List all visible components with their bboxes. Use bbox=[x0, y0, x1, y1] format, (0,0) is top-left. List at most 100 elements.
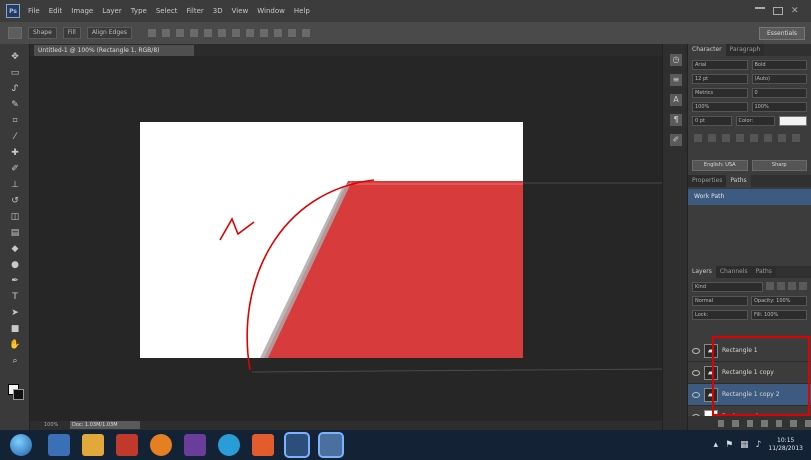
taskbar-media-icon[interactable] bbox=[116, 434, 138, 456]
visibility-eye-icon[interactable] bbox=[692, 347, 700, 354]
brush-tool-icon[interactable]: ✐ bbox=[9, 164, 21, 175]
menu-layer[interactable]: Layer bbox=[102, 7, 122, 15]
zoom-tool-icon[interactable]: ⌕ bbox=[9, 356, 21, 367]
visibility-eye-icon[interactable] bbox=[692, 391, 700, 398]
path-op-icon[interactable] bbox=[288, 29, 296, 37]
document-tab[interactable]: Untitled-1 @ 100% (Rectangle 1, RGB/8) bbox=[34, 45, 194, 56]
superscript-icon[interactable] bbox=[750, 134, 758, 142]
strikethrough-icon[interactable] bbox=[792, 134, 800, 142]
taskbar-folder-icon[interactable] bbox=[82, 434, 104, 456]
vertical-scale-field[interactable]: 100% bbox=[692, 102, 748, 112]
pen-tool-icon[interactable]: ✒ bbox=[9, 276, 21, 287]
path-op-icon[interactable] bbox=[148, 29, 156, 37]
work-path-item[interactable]: Work Path bbox=[688, 189, 811, 205]
filter-shape-icon[interactable] bbox=[799, 282, 807, 290]
align-edges-checkbox[interactable]: Align Edges bbox=[86, 27, 132, 39]
tab-paragraph[interactable]: Paragraph bbox=[725, 44, 765, 56]
tool-preset-icon[interactable] bbox=[8, 27, 22, 39]
tab-layers[interactable]: Layers bbox=[688, 266, 716, 278]
path-op-icon[interactable] bbox=[190, 29, 198, 37]
layer-style-icon[interactable] bbox=[732, 419, 739, 427]
taskbar-browser-icon[interactable] bbox=[218, 434, 240, 456]
path-op-icon[interactable] bbox=[274, 29, 282, 37]
leading-field[interactable]: (Auto) bbox=[751, 74, 807, 84]
character-icon[interactable]: A bbox=[670, 94, 682, 106]
minimize-icon[interactable] bbox=[755, 7, 765, 15]
quick-select-tool-icon[interactable]: ✎ bbox=[9, 100, 21, 111]
horizontal-scale-field[interactable]: 100% bbox=[751, 102, 807, 112]
menu-image[interactable]: Image bbox=[71, 7, 93, 15]
tray-network-icon[interactable]: ▦ bbox=[740, 440, 749, 450]
tracking-field[interactable]: 0 bbox=[751, 88, 807, 98]
type-tool-icon[interactable]: T bbox=[9, 292, 21, 303]
new-layer-icon[interactable] bbox=[790, 419, 797, 427]
tab-properties[interactable]: Properties bbox=[688, 175, 727, 187]
font-size-field[interactable]: 12 pt bbox=[692, 74, 748, 84]
zoom-level[interactable]: 100% bbox=[44, 421, 58, 430]
menu-select[interactable]: Select bbox=[156, 7, 178, 15]
subscript-icon[interactable] bbox=[764, 134, 772, 142]
path-op-icon[interactable] bbox=[204, 29, 212, 37]
taskbar-photoshop-icon[interactable] bbox=[284, 432, 310, 458]
marquee-tool-icon[interactable]: ▭ bbox=[9, 68, 21, 79]
filter-type-icon[interactable] bbox=[788, 282, 796, 290]
tab-character[interactable]: Character bbox=[688, 44, 726, 56]
all-caps-icon[interactable] bbox=[722, 134, 730, 142]
lasso-tool-icon[interactable]: ᔑ bbox=[9, 84, 21, 95]
close-icon[interactable]: ✕ bbox=[791, 7, 801, 16]
tab-paths[interactable]: Paths bbox=[726, 175, 751, 187]
rectangle-tool-icon[interactable]: ■ bbox=[9, 324, 21, 335]
menu-edit[interactable]: Edit bbox=[49, 7, 63, 15]
underline-icon[interactable] bbox=[778, 134, 786, 142]
document-info[interactable]: Doc: 1.03M/1.03M bbox=[70, 421, 140, 429]
faux-italic-icon[interactable] bbox=[708, 134, 716, 142]
blend-mode-select[interactable]: Normal bbox=[692, 296, 748, 306]
small-caps-icon[interactable] bbox=[736, 134, 744, 142]
start-button[interactable] bbox=[10, 434, 32, 456]
fill-select[interactable]: Fill bbox=[62, 27, 81, 39]
background-color-swatch[interactable] bbox=[13, 389, 24, 400]
kerning-field[interactable]: Metrics bbox=[692, 88, 748, 98]
system-clock[interactable]: 10:15 11/28/2013 bbox=[768, 437, 803, 453]
taskbar-firefox-icon[interactable] bbox=[150, 434, 172, 456]
tray-arrow-icon[interactable]: ▴ bbox=[714, 440, 719, 450]
menu-file[interactable]: File bbox=[28, 7, 40, 15]
font-family-select[interactable]: Arial bbox=[692, 60, 748, 70]
add-mask-icon[interactable] bbox=[746, 419, 754, 427]
blur-tool-icon[interactable]: ◆ bbox=[9, 244, 21, 255]
path-op-icon[interactable] bbox=[176, 29, 184, 37]
fill-field[interactable]: Fill: 100% bbox=[751, 310, 807, 320]
menu-filter[interactable]: Filter bbox=[186, 7, 203, 15]
taskbar-app-icon[interactable] bbox=[252, 434, 274, 456]
link-layers-icon[interactable] bbox=[718, 419, 725, 427]
path-op-icon[interactable] bbox=[232, 29, 240, 37]
healing-brush-tool-icon[interactable]: ✚ bbox=[9, 148, 21, 159]
dodge-tool-icon[interactable]: ● bbox=[9, 260, 21, 271]
history-brush-tool-icon[interactable]: ↺ bbox=[9, 196, 21, 207]
tray-volume-icon[interactable]: ♪ bbox=[756, 440, 762, 450]
menu-view[interactable]: View bbox=[232, 7, 249, 15]
brush-preset-icon[interactable]: ✐ bbox=[670, 134, 682, 146]
path-op-icon[interactable] bbox=[246, 29, 254, 37]
mode-select[interactable]: Shape bbox=[28, 27, 57, 39]
path-op-icon[interactable] bbox=[218, 29, 226, 37]
layer-kind-filter[interactable]: Kind bbox=[692, 282, 763, 292]
taskbar-window-icon[interactable] bbox=[318, 432, 344, 458]
canvas-area[interactable] bbox=[30, 56, 662, 430]
path-op-icon[interactable] bbox=[162, 29, 170, 37]
menu-help[interactable]: Help bbox=[294, 7, 310, 15]
new-adjustment-icon[interactable] bbox=[761, 419, 768, 427]
eyedropper-tool-icon[interactable]: ⁄ bbox=[9, 132, 21, 143]
language-select[interactable]: English: USA bbox=[692, 160, 748, 171]
tab-channels[interactable]: Channels bbox=[715, 266, 752, 278]
opacity-field[interactable]: Opacity: 100% bbox=[751, 296, 807, 306]
faux-bold-icon[interactable] bbox=[694, 134, 702, 142]
maximize-icon[interactable] bbox=[773, 7, 783, 15]
path-op-icon[interactable] bbox=[302, 29, 310, 37]
anti-alias-select[interactable]: Sharp bbox=[751, 160, 807, 171]
delete-layer-icon[interactable] bbox=[804, 419, 811, 427]
tray-flag-icon[interactable]: ⚑ bbox=[725, 440, 733, 450]
text-color-swatch[interactable] bbox=[779, 116, 807, 126]
crop-tool-icon[interactable]: ⌗ bbox=[9, 116, 21, 127]
tab-layer-paths[interactable]: Paths bbox=[751, 266, 776, 278]
